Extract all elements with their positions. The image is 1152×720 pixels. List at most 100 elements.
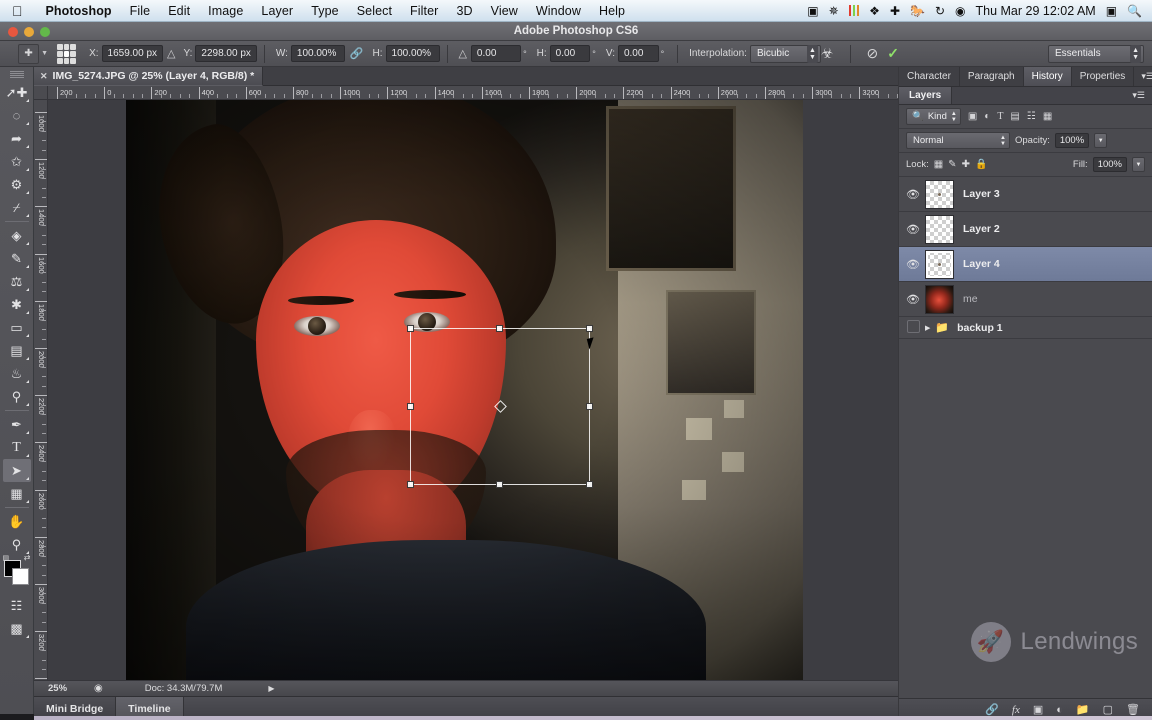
tool-hand-tool[interactable]: ✋ <box>3 510 31 533</box>
transform-handle-middle-left[interactable] <box>407 402 414 410</box>
layer-visibility-toggle[interactable]: 👁 <box>901 258 925 271</box>
tool-blur-tool[interactable]: ♨ <box>3 362 31 385</box>
new-adjustment-layer-icon[interactable]: ◐ <box>1056 704 1063 716</box>
layer-visibility-toggle[interactable]: 👁 <box>901 223 925 236</box>
opacity-slider-chevron-down-icon[interactable]: ▼ <box>1094 133 1108 148</box>
tool-clone-stamp-tool[interactable]: ⚖ <box>3 270 31 293</box>
transform-handle-top-right[interactable] <box>586 325 593 332</box>
layer-thumbnail[interactable] <box>925 214 954 244</box>
link-chain-icon[interactable]: 🔗 <box>350 47 364 60</box>
battery-icon[interactable]: ▣ <box>1106 5 1117 17</box>
background-color-swatch[interactable] <box>11 568 29 585</box>
equalizer-icon[interactable] <box>848 5 860 16</box>
sync-icon[interactable]: ↻ <box>935 5 945 17</box>
smart-object-filter-icon[interactable]: ☷ <box>1027 111 1036 122</box>
group-expand-chevron-right-icon[interactable]: ▶ <box>925 324 930 332</box>
wifi-icon[interactable]: ◉ <box>955 5 965 17</box>
close-window-button[interactable] <box>8 27 18 37</box>
delete-layer-icon[interactable]: 🗑 <box>1126 703 1140 716</box>
menu-image[interactable]: Image <box>199 4 252 18</box>
tool-history-brush-tool[interactable]: ✱ <box>3 293 31 316</box>
tab-character[interactable]: Character <box>899 67 960 86</box>
transform-handle-top-left[interactable] <box>407 325 414 332</box>
x-input[interactable]: 1659.00 px <box>101 45 164 62</box>
menu-select[interactable]: Select <box>348 4 401 18</box>
table-row[interactable]: ▶ 📁 backup 1 <box>899 317 1152 339</box>
layer-visibility-toggle[interactable]: 👁 <box>901 188 925 201</box>
adjustment-layer-filter-icon[interactable]: ◐ <box>984 111 990 122</box>
tool-gradient-tool[interactable]: ▤ <box>3 339 31 362</box>
fill-input[interactable]: 100% <box>1092 157 1127 172</box>
ruler-corner[interactable] <box>34 86 48 100</box>
lock-image-pixels-icon[interactable]: ✎ <box>948 159 956 170</box>
menu-type[interactable]: Type <box>302 4 348 18</box>
opacity-input[interactable]: 100% <box>1054 133 1090 148</box>
screen-mode-icon[interactable]: ▩ <box>3 617 31 640</box>
menu-layer[interactable]: Layer <box>252 4 302 18</box>
screen-record-icon[interactable]: ▣ <box>807 5 818 17</box>
spotlight-search-icon[interactable]: 🔍 <box>1127 5 1142 17</box>
layer-name[interactable]: Layer 4 <box>963 258 1000 270</box>
menu-edit[interactable]: Edit <box>159 4 199 18</box>
transform-handle-bottom-center[interactable] <box>496 481 503 488</box>
tab-layers[interactable]: Layers <box>899 87 953 104</box>
menu-file[interactable]: File <box>121 4 160 18</box>
new-group-icon[interactable]: 📁 <box>1076 703 1090 716</box>
tab-properties[interactable]: Properties <box>1072 67 1135 86</box>
dropbox-icon[interactable]: ❖ <box>869 5 880 17</box>
rotation-input[interactable]: 0.00 <box>470 45 522 62</box>
skew-v-input[interactable]: 0.00 <box>617 45 659 62</box>
menu-help[interactable]: Help <box>590 4 634 18</box>
menu-3d[interactable]: 3D <box>447 4 481 18</box>
tool-preset-chevron-down-icon[interactable]: ▼ <box>41 50 48 57</box>
blend-mode-select[interactable]: Normal ▲ ▼ <box>906 132 1010 149</box>
layer-filter-kind-select[interactable]: 🔍 Kind ▲ ▼ <box>906 108 961 125</box>
shape-layer-filter-icon[interactable]: ▤ <box>1010 111 1019 122</box>
tool-eyedropper-tool[interactable]: ⌿ <box>3 196 31 219</box>
add-layer-mask-icon[interactable]: ▣ <box>1033 703 1043 716</box>
reference-point-locator[interactable] <box>56 43 77 65</box>
layer-thumbnail[interactable] <box>925 249 954 279</box>
menu-window[interactable]: Window <box>527 4 590 18</box>
layer-name[interactable]: backup 1 <box>957 322 1003 334</box>
evernote-icon[interactable]: 🐎 <box>910 5 925 17</box>
width-input[interactable]: 100.00% <box>290 45 345 62</box>
panel-grip[interactable] <box>9 71 24 78</box>
transform-handle-middle-right[interactable] <box>586 402 593 410</box>
panel-menu-icon[interactable]: ▾☰ <box>1134 67 1152 86</box>
layer-thumbnail[interactable] <box>925 179 954 209</box>
tool-move-tool[interactable]: ➚✚ <box>3 81 31 104</box>
minimize-window-button[interactable] <box>24 27 34 37</box>
tool-lasso-tool[interactable]: ➦ <box>3 127 31 150</box>
layer-name[interactable]: Layer 2 <box>963 223 1000 235</box>
tab-paragraph[interactable]: Paragraph <box>960 67 1024 86</box>
transform-handle-bottom-right[interactable] <box>586 481 593 488</box>
move-tool-icon[interactable]: ✚ <box>18 43 40 64</box>
menu-app-name[interactable]: Photoshop <box>37 4 121 18</box>
tool-type-tool[interactable]: T <box>3 436 31 459</box>
tool-marquee-tool[interactable]: ◌ <box>3 104 31 127</box>
workspace-select[interactable]: Essentials ▲ ▼ <box>1048 44 1145 63</box>
free-transform-bounding-box[interactable] <box>407 325 593 488</box>
link-layers-icon[interactable]: 🔗 <box>985 703 999 716</box>
layer-name[interactable]: Layer 3 <box>963 188 1000 200</box>
menu-filter[interactable]: Filter <box>401 4 447 18</box>
transform-handle-bottom-left[interactable] <box>407 481 414 488</box>
swap-colors-icon[interactable]: ⇄ <box>24 553 31 562</box>
filter-toggle-icon[interactable]: ▦ <box>1043 111 1052 122</box>
lock-transparent-pixels-icon[interactable]: ▦ <box>934 159 943 170</box>
tool-brush-tool[interactable]: ✎ <box>3 247 31 270</box>
transform-handle-top-center[interactable] <box>496 325 503 332</box>
table-row[interactable]: 👁 Layer 3 <box>899 177 1152 212</box>
zoom-window-button[interactable] <box>40 27 50 37</box>
tool-crop-tool[interactable]: ⚙ <box>3 173 31 196</box>
tool-path-selection-tool[interactable]: ➤ <box>2 459 31 482</box>
layer-visibility-toggle[interactable] <box>901 319 925 336</box>
layer-thumbnail[interactable] <box>925 284 954 314</box>
pixel-layer-filter-icon[interactable]: ▣ <box>968 111 977 122</box>
warp-toggle-icon[interactable]: ☣ <box>821 45 834 62</box>
layer-visibility-toggle[interactable]: 👁 <box>901 293 925 306</box>
tool-pen-tool[interactable]: ✒ <box>3 413 31 436</box>
tool-rectangle-shape-tool[interactable]: ▦ <box>3 482 31 505</box>
menu-view[interactable]: View <box>482 4 527 18</box>
